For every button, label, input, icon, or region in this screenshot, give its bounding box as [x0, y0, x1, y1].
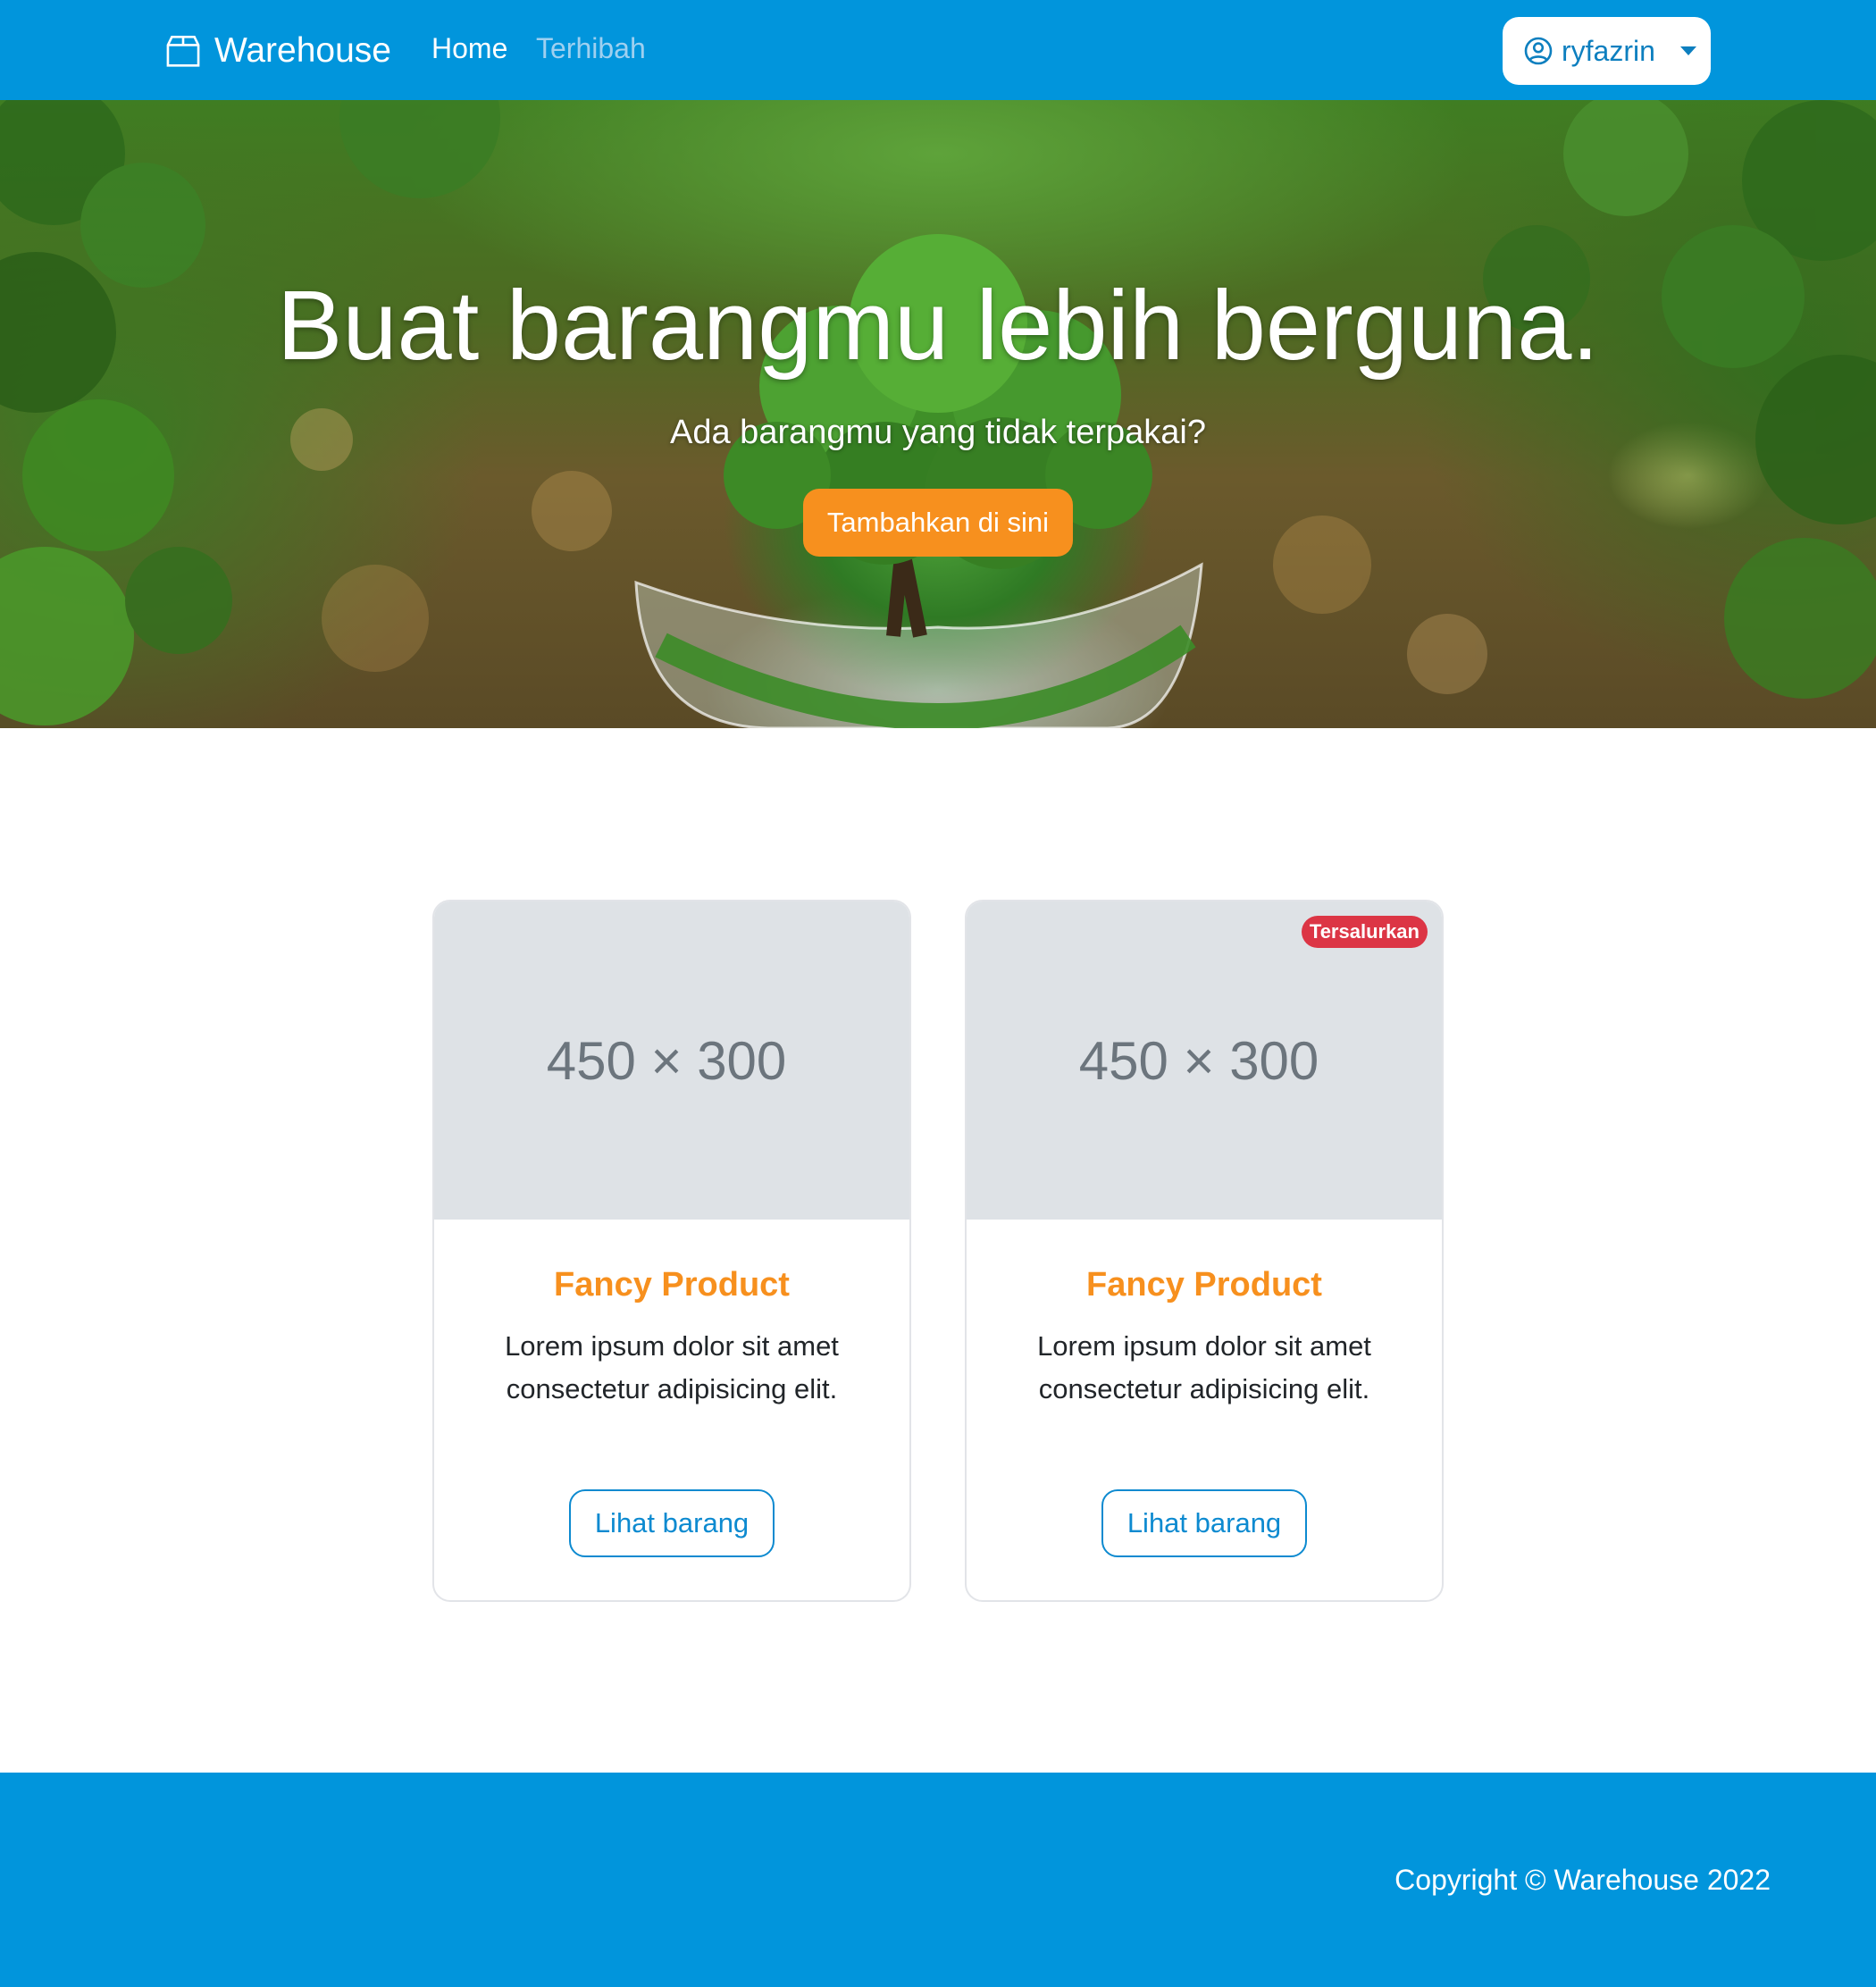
- user-name: ryfazrin: [1562, 34, 1655, 67]
- nav-terhibah-link[interactable]: Terhibah: [536, 32, 646, 65]
- status-badge: Tersalurkan: [1301, 916, 1428, 948]
- user-menu-button[interactable]: ryfazrin: [1503, 17, 1711, 85]
- image-size-label: 450 × 300: [1078, 1030, 1319, 1091]
- product-image-placeholder: 450 × 300: [967, 901, 1442, 1220]
- caret-down-icon: [1679, 46, 1696, 55]
- view-item-button[interactable]: Lihat barang: [569, 1489, 775, 1557]
- add-item-button[interactable]: Tambahkan di sini: [803, 489, 1073, 557]
- box-icon: [166, 35, 200, 67]
- view-item-button[interactable]: Lihat barang: [1101, 1489, 1307, 1557]
- product-description: Lorem ipsum dolor sit amet consectetur a…: [505, 1330, 839, 1404]
- hero-section: Buat barangmu lebih berguna. Ada barangm…: [0, 100, 1876, 728]
- nav-home-link[interactable]: Home: [431, 32, 507, 65]
- copyright-text: Copyright © Warehouse 2022: [1394, 1864, 1771, 1896]
- hero-subtitle: Ada barangmu yang tidak terpakai?: [670, 414, 1206, 451]
- hero-title: Buat barangmu lebih berguna.: [277, 271, 1599, 381]
- product-title: Fancy Product: [554, 1266, 790, 1304]
- brand-link[interactable]: Warehouse: [164, 27, 391, 75]
- footer: Copyright © Warehouse 2022: [0, 1773, 1876, 1987]
- product-card: 450 × 300 Tersalurkan Fancy Product Lore…: [965, 900, 1444, 1602]
- product-title: Fancy Product: [1086, 1266, 1322, 1304]
- hero-content: Buat barangmu lebih berguna. Ada barangm…: [0, 100, 1876, 728]
- navbar: Warehouse Home Terhibah ryfazrin: [0, 0, 1876, 100]
- product-card: 450 × 300 Fancy Product Lorem ipsum dolo…: [432, 900, 911, 1602]
- brand-name: Warehouse: [214, 31, 391, 70]
- image-size-label: 450 × 300: [546, 1030, 787, 1091]
- user-circle-icon: [1524, 37, 1553, 65]
- product-description: Lorem ipsum dolor sit amet consectetur a…: [1037, 1330, 1371, 1404]
- product-image-placeholder: 450 × 300: [434, 901, 909, 1220]
